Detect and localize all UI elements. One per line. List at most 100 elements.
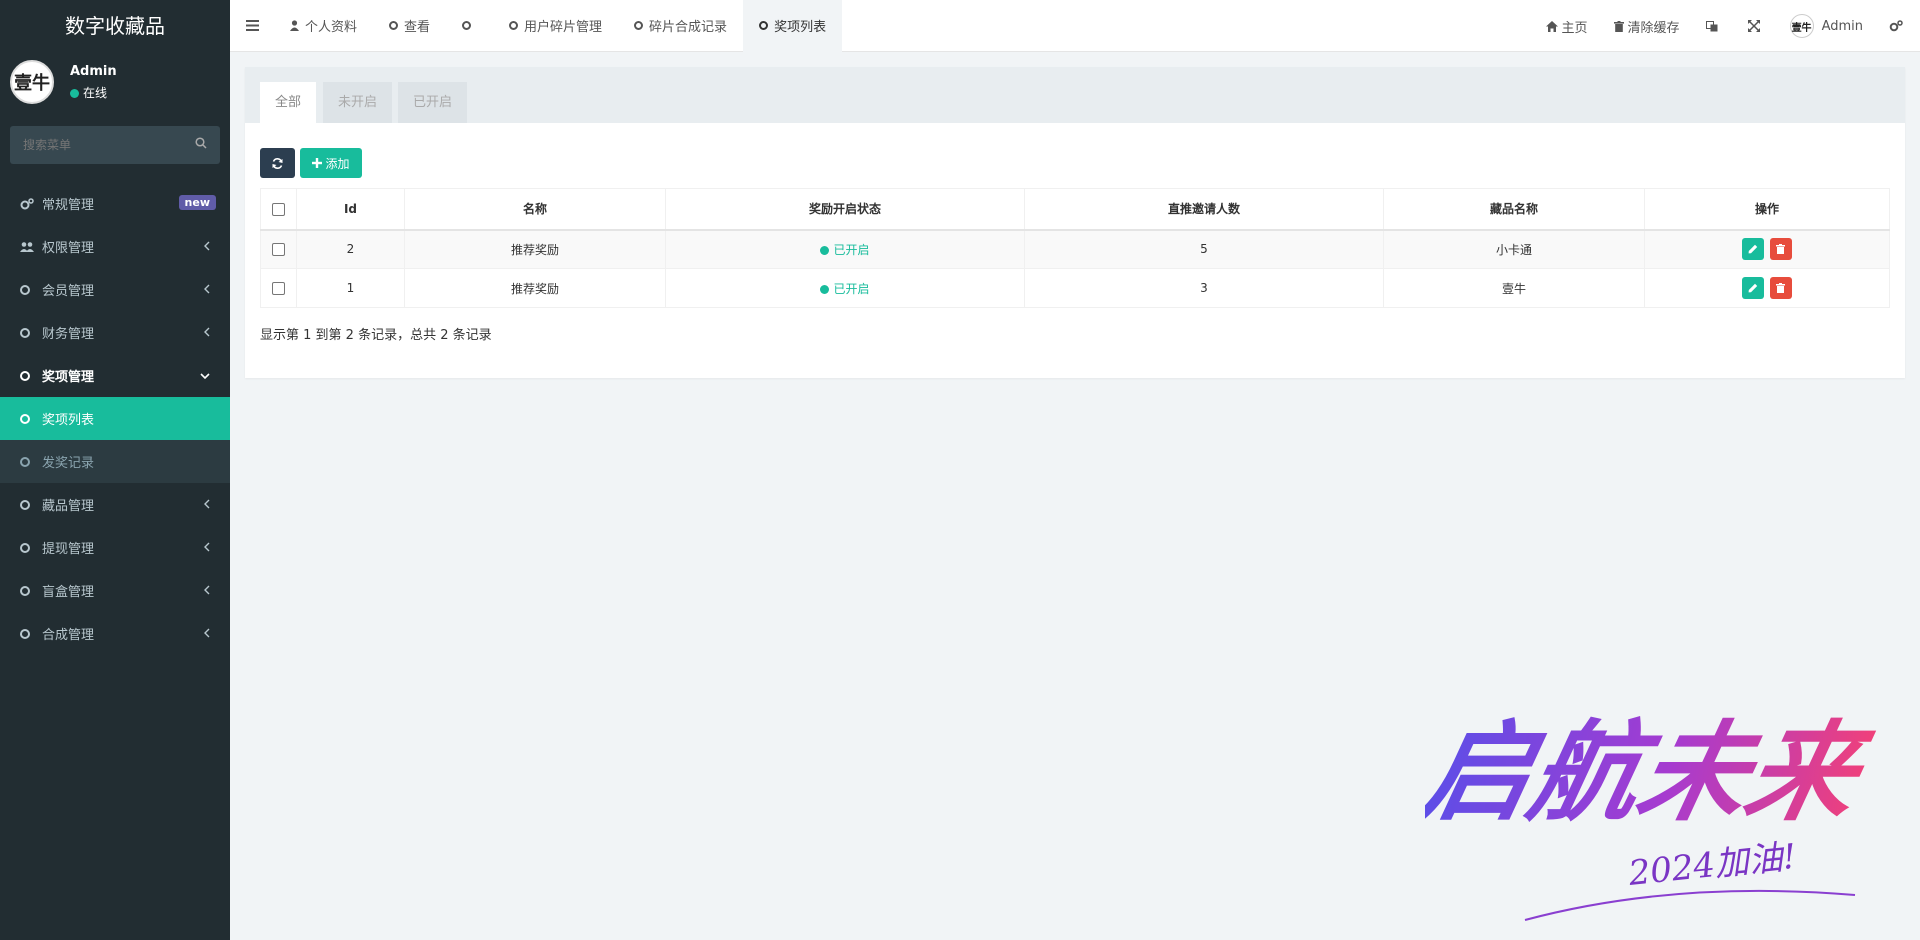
pencil-icon — [1748, 283, 1758, 293]
tab-enabled[interactable]: 已开启 — [398, 82, 468, 123]
sidebar-item-label: 合成管理 — [42, 628, 95, 643]
cell-id: 2 — [296, 229, 405, 269]
trash-icon — [1613, 20, 1624, 32]
sidebar-item-member[interactable]: 会员管理 — [0, 268, 230, 311]
home-link[interactable]: 主页 — [1533, 17, 1601, 36]
cell-actions — [1644, 268, 1890, 308]
toolbar: 添加 — [260, 148, 362, 178]
cell-name: 推荐奖励 — [404, 229, 666, 269]
circle-icon — [20, 542, 38, 553]
tab-view[interactable]: 查看 — [373, 0, 446, 52]
chevron-left-icon — [204, 283, 210, 298]
settings-button[interactable] — [1876, 20, 1920, 32]
sidebar-item-awards[interactable]: 奖项管理 — [0, 354, 230, 397]
sidebar-item-award-records[interactable]: 发奖记录 — [0, 440, 230, 483]
cell-invites: 5 — [1024, 229, 1384, 269]
edit-button[interactable] — [1742, 277, 1765, 299]
sidebar-item-general[interactable]: 常规管理 new — [0, 182, 230, 225]
table-row: 1 推荐奖励 已开启 3 壹牛 — [260, 268, 1890, 308]
circle-icon — [20, 456, 38, 467]
select-all-checkbox[interactable] — [272, 202, 285, 216]
sidebar-item-label: 发奖记录 — [42, 456, 95, 471]
avatar: 壹牛 — [10, 60, 54, 104]
tab-all[interactable]: 全部 — [260, 82, 317, 123]
delete-button[interactable] — [1769, 238, 1792, 261]
delete-button[interactable] — [1769, 277, 1792, 299]
home-icon — [1545, 20, 1558, 32]
gears-icon — [1889, 20, 1903, 32]
tab-fragment-synthesis[interactable]: 碎片合成记录 — [618, 0, 743, 52]
trash-icon — [1776, 244, 1786, 255]
chevron-left-icon — [204, 498, 210, 513]
sidebar-item-label: 奖项管理 — [42, 370, 95, 385]
refresh-button[interactable] — [260, 148, 295, 178]
circle-icon — [759, 21, 769, 30]
sidebar-item-label: 盲盒管理 — [42, 585, 95, 600]
slogan-sub-text: 2024加油! — [1626, 837, 1798, 894]
expand-icon — [1747, 20, 1760, 32]
status-label[interactable]: 已开启 — [833, 282, 869, 296]
award-table: Id 名称 奖励开启状态 直推邀请人数 藏品名称 操作 2 推荐奖励 已开启 5… — [260, 188, 1890, 308]
user-menu[interactable]: 壹牛 Admin — [1777, 14, 1876, 38]
circle-icon — [20, 585, 38, 596]
hamburger-icon — [245, 20, 259, 31]
cell-invites: 3 — [1024, 268, 1384, 308]
column-header[interactable]: 直推邀请人数 — [1024, 188, 1384, 231]
tab-award-list[interactable]: 奖项列表 — [743, 0, 843, 52]
menu-search-input[interactable] — [10, 126, 220, 164]
user-status-label: 在线 — [83, 86, 108, 100]
clear-cache-button[interactable]: 清除缓存 — [1601, 17, 1693, 36]
edit-button[interactable] — [1742, 238, 1765, 261]
tab-user-fragments[interactable]: 用户碎片管理 — [493, 0, 618, 52]
slogan-main-text: 启航未来 — [1425, 708, 1882, 836]
circle-icon — [389, 21, 399, 30]
status-label[interactable]: 已开启 — [833, 243, 869, 257]
brand-title[interactable]: 数字收藏品 — [0, 0, 230, 52]
chevron-left-icon — [204, 240, 210, 255]
sidebar-item-label: 奖项列表 — [42, 413, 95, 428]
sidebar-item-label: 藏品管理 — [42, 499, 95, 514]
sidebar-item-label: 提现管理 — [42, 542, 95, 557]
language-button[interactable] — [1693, 20, 1735, 32]
add-button[interactable]: 添加 — [300, 148, 362, 178]
row-checkbox[interactable] — [272, 243, 285, 257]
tab-not-enabled[interactable]: 未开启 — [323, 82, 393, 123]
sidebar-toggle-button[interactable] — [230, 0, 274, 52]
sidebar-item-award-list[interactable]: 奖项列表 — [0, 397, 230, 440]
sidebar-item-permission[interactable]: 权限管理 — [0, 225, 230, 268]
cell-collection: 小卡通 — [1383, 229, 1645, 269]
tab-unnamed[interactable] — [446, 0, 493, 52]
sidebar-item-withdraw[interactable]: 提现管理 — [0, 526, 230, 569]
search-icon[interactable] — [195, 137, 207, 153]
row-checkbox[interactable] — [272, 282, 285, 295]
status-dot-icon — [820, 284, 830, 294]
tab-label: 奖项列表 — [774, 20, 827, 35]
sidebar-item-synthesis[interactable]: 合成管理 — [0, 612, 230, 655]
circle-icon — [20, 413, 38, 424]
column-header[interactable]: Id — [296, 188, 405, 231]
column-header[interactable]: 藏品名称 — [1383, 188, 1645, 231]
sidebar-item-label: 会员管理 — [42, 284, 95, 299]
circle-icon — [634, 21, 644, 30]
user-name: Admin — [70, 64, 117, 79]
sidebar-item-collections[interactable]: 藏品管理 — [0, 483, 230, 526]
sidebar-item-label: 常规管理 — [42, 198, 95, 213]
slogan-decoration: 启航未来 2024加油! — [1425, 708, 1882, 921]
column-header[interactable]: 名称 — [404, 188, 666, 231]
fullscreen-button[interactable] — [1735, 20, 1777, 32]
sidebar-item-blindbox[interactable]: 盲盒管理 — [0, 569, 230, 612]
column-header[interactable]: 奖励开启状态 — [665, 188, 1025, 231]
chevron-left-icon — [204, 584, 210, 599]
column-header: 操作 — [1644, 188, 1890, 231]
user-menu-name: Admin — [1821, 18, 1863, 34]
pencil-icon — [1748, 245, 1758, 254]
tab-profile[interactable]: 个人资料 — [274, 0, 373, 52]
user-panel: 壹牛 Admin 在线 — [0, 52, 230, 120]
plus-icon — [312, 158, 323, 168]
sidebar-item-finance[interactable]: 财务管理 — [0, 311, 230, 354]
table-header-row: Id 名称 奖励开启状态 直推邀请人数 藏品名称 操作 — [260, 188, 1890, 231]
refresh-icon — [272, 157, 283, 169]
filter-tabs: 全部 未开启 已开启 — [245, 67, 1905, 123]
tab-label: 个人资料 — [305, 20, 358, 35]
chevron-down-icon — [200, 369, 210, 384]
